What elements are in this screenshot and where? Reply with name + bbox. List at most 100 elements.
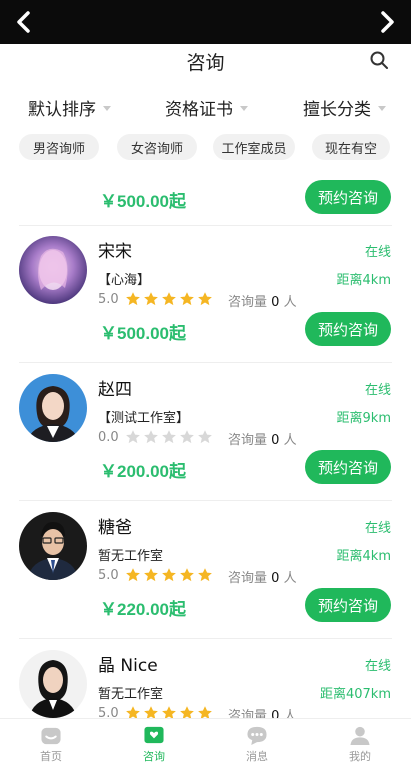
consult-unit: 人 <box>283 295 297 310</box>
browser-top-bar <box>0 0 411 44</box>
filter-sort[interactable]: 默认排序 <box>28 92 111 122</box>
star-rating <box>125 567 215 583</box>
consult-count: 咨询量 0 人 <box>228 429 297 448</box>
chip-male[interactable]: 男咨询师 <box>19 134 99 160</box>
caret-down-icon <box>103 105 111 111</box>
forward-button[interactable] <box>373 8 401 36</box>
star-icon <box>143 430 158 444</box>
chevron-left-icon <box>17 11 30 33</box>
star-icon <box>197 430 212 444</box>
online-status: 在线 <box>364 383 391 398</box>
consultant-name: 晶 Nice <box>98 656 158 676</box>
book-button[interactable]: 预约咨询 <box>305 312 391 346</box>
chip-studio-member[interactable]: 工作室成员 <box>213 134 295 160</box>
rating: 5.0 <box>98 290 215 308</box>
message-icon <box>247 726 267 746</box>
price: ￥220.00起 <box>100 600 186 619</box>
consult-label: 咨询量 <box>228 709 268 718</box>
studio-name: 【心海】 <box>98 273 151 288</box>
list-item[interactable]: ￥500.00起 预约咨询 <box>0 170 411 226</box>
page-title: 咨询 <box>186 52 225 74</box>
consult-label: 咨询量 <box>228 571 268 586</box>
search-button[interactable] <box>369 50 391 72</box>
tab-messages[interactable]: 消息 <box>206 719 308 763</box>
star-rating <box>125 429 215 445</box>
avatar <box>19 512 87 580</box>
consult-icon <box>144 726 164 744</box>
consultant-card[interactable]: 宋宋 在线 【心海】 距离4km 5.0 咨询量 0 人 ￥500.00起 预约… <box>0 226 411 364</box>
page-header: 咨询 <box>0 44 411 80</box>
caret-down-icon <box>240 105 248 111</box>
star-icon <box>197 292 212 306</box>
avatar-image-icon <box>19 650 87 718</box>
consultant-name: 赵四 <box>98 380 132 400</box>
price: ￥200.00起 <box>100 462 186 481</box>
rating-score: 5.0 <box>98 291 119 307</box>
rating: 5.0 <box>98 704 215 718</box>
star-icon <box>161 292 176 306</box>
star-rating <box>125 291 215 307</box>
tab-profile[interactable]: 我的 <box>309 719 411 763</box>
chip-female[interactable]: 女咨询师 <box>117 134 197 160</box>
chip-available-now[interactable]: 现在有空 <box>312 134 390 160</box>
star-icon <box>161 568 176 582</box>
book-button[interactable]: 预约咨询 <box>305 588 391 622</box>
consult-number: 0 <box>271 709 280 718</box>
star-rating <box>125 705 215 718</box>
star-icon <box>179 568 194 582</box>
back-button[interactable] <box>10 8 38 36</box>
star-icon <box>179 430 194 444</box>
consultant-card[interactable]: 赵四 在线 【测试工作室】 距离9km 0.0 咨询量 0 人 ￥200.00起… <box>0 364 411 502</box>
consult-count: 咨询量 0 人 <box>228 567 297 586</box>
tab-consult[interactable]: 咨询 <box>103 719 205 763</box>
consultant-name: 糖爸 <box>98 518 132 538</box>
star-icon <box>161 430 176 444</box>
avatar-image-icon <box>19 236 87 304</box>
filter-category[interactable]: 擅长分类 <box>303 92 386 122</box>
star-icon <box>179 292 194 306</box>
consultant-card[interactable]: 糖爸 在线 暂无工作室 距离4km 5.0 咨询量 0 人 ￥220.00起 预… <box>0 502 411 640</box>
distance: 距离9km <box>336 411 391 426</box>
chevron-right-icon <box>381 11 394 33</box>
tab-label: 我的 <box>349 750 371 763</box>
book-button[interactable]: 预约咨询 <box>305 450 391 484</box>
tab-home[interactable]: 首页 <box>0 719 102 763</box>
rating-score: 5.0 <box>98 705 119 719</box>
star-icon <box>179 706 194 718</box>
book-button[interactable]: 预约咨询 <box>305 180 391 214</box>
star-icon <box>143 706 158 718</box>
distance: 距离4km <box>336 273 391 288</box>
divider <box>19 362 392 363</box>
consult-count: 咨询量 0 人 <box>228 291 297 310</box>
star-icon <box>125 568 140 582</box>
distance: 距离407km <box>319 687 391 702</box>
star-icon <box>125 706 140 718</box>
online-status: 在线 <box>364 521 391 536</box>
consult-unit: 人 <box>283 433 297 448</box>
consult-number: 0 <box>271 571 280 586</box>
filter-label: 资格证书 <box>165 99 233 120</box>
divider <box>19 500 392 501</box>
tab-label: 消息 <box>246 750 268 763</box>
consultant-card[interactable]: 晶 Nice 在线 暂无工作室 距离407km 5.0 咨询量 0 人 <box>0 640 411 718</box>
consult-label: 咨询量 <box>228 433 268 448</box>
filter-label: 默认排序 <box>28 99 96 120</box>
avatar <box>19 374 87 442</box>
divider <box>19 638 392 639</box>
star-icon <box>125 430 140 444</box>
avatar <box>19 650 87 718</box>
avatar-image-icon <box>19 374 87 442</box>
consult-count: 咨询量 0 人 <box>228 705 297 718</box>
filter-certificate[interactable]: 资格证书 <box>165 92 248 122</box>
consult-number: 0 <box>271 295 280 310</box>
distance: 距离4km <box>336 549 391 564</box>
tab-label: 咨询 <box>143 750 165 763</box>
star-icon <box>197 568 212 582</box>
price: ￥500.00起 <box>100 192 186 211</box>
consult-unit: 人 <box>283 571 297 586</box>
caret-down-icon <box>378 105 386 111</box>
consultant-list[interactable]: ￥500.00起 预约咨询 宋宋 在线 【心海】 距离4km 5.0 咨询量 0… <box>0 170 411 718</box>
online-status: 在线 <box>364 245 391 260</box>
filter-label: 擅长分类 <box>303 99 371 120</box>
rating: 0.0 <box>98 428 215 446</box>
